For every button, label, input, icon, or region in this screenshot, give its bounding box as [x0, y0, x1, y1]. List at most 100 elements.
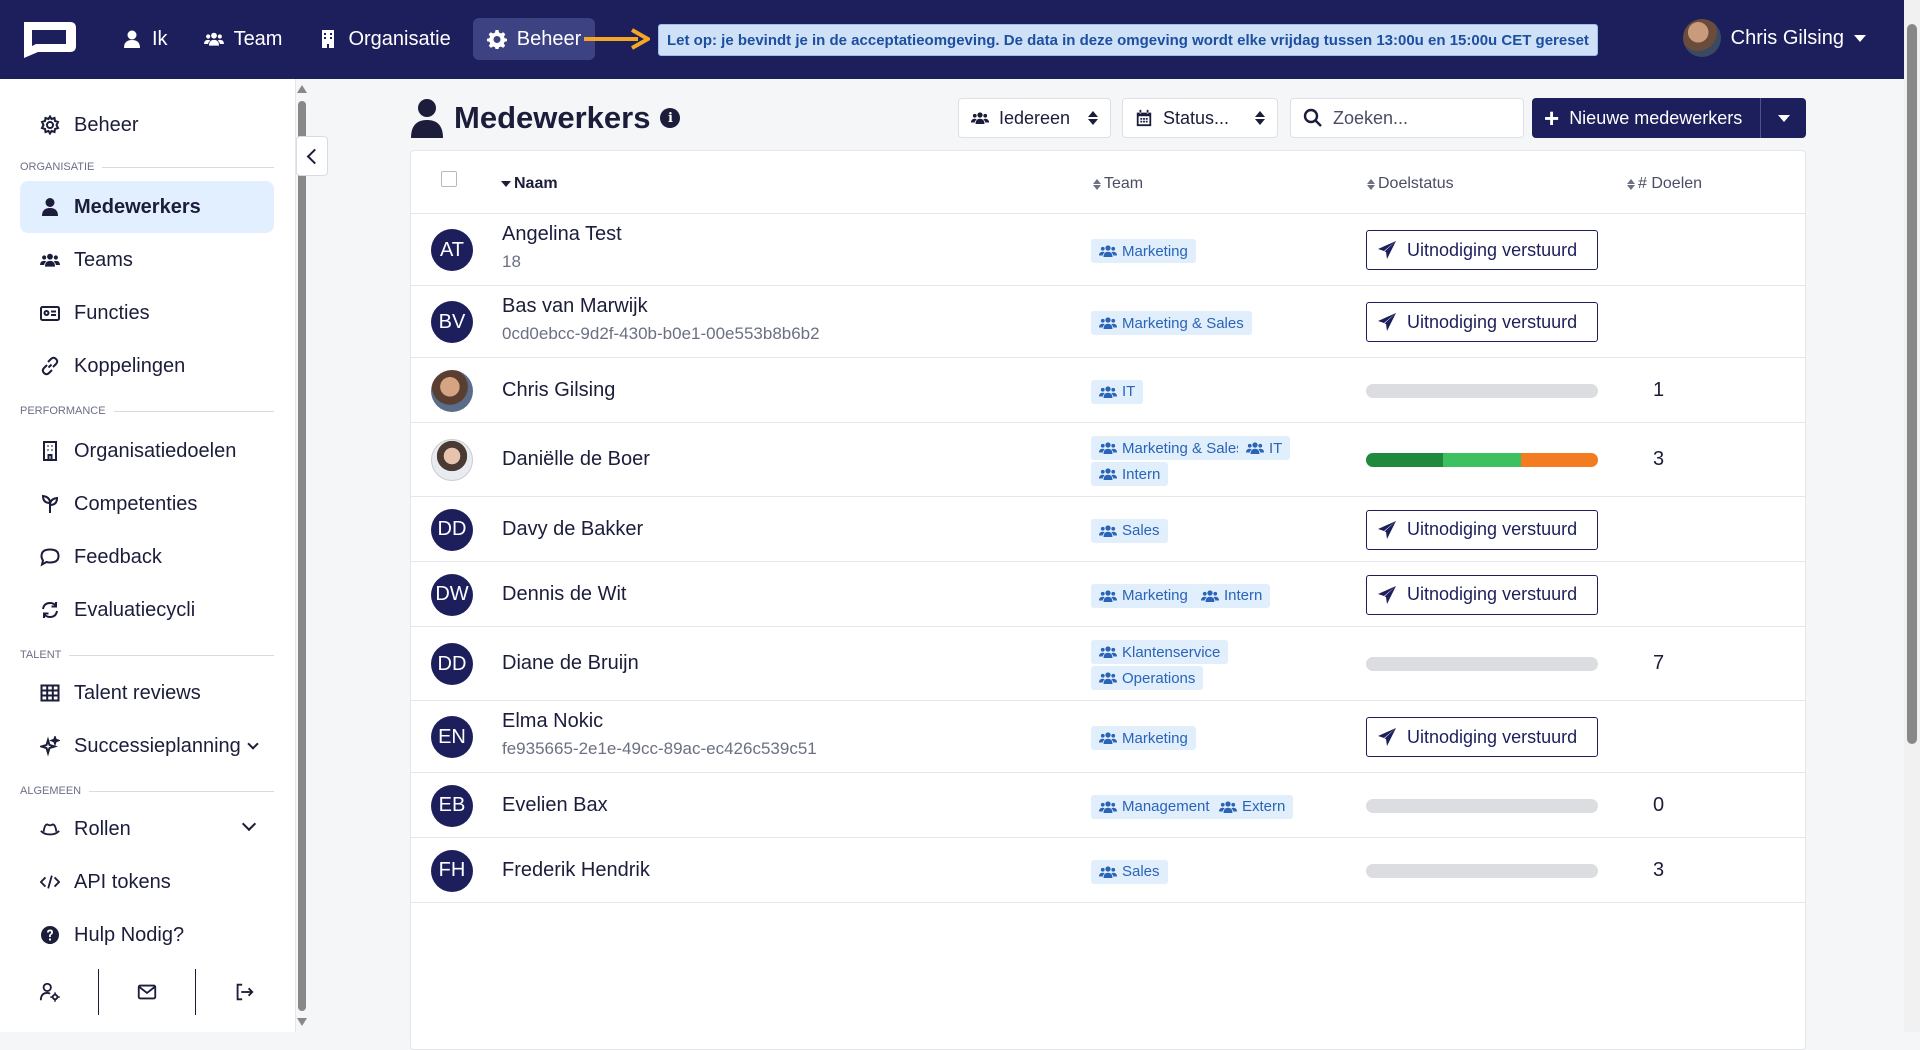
envelope-icon[interactable]: [136, 981, 158, 1003]
team-tag[interactable]: Sales: [1091, 859, 1168, 884]
invitation-sent-button[interactable]: Uitnodiging verstuurd: [1366, 574, 1598, 615]
sidebar-scrollbar[interactable]: [296, 79, 308, 1032]
column-header-doelstatus[interactable]: Doelstatus: [1367, 175, 1454, 193]
team-tag[interactable]: IT: [1091, 379, 1144, 404]
new-employees-dropdown-toggle[interactable]: [1760, 98, 1806, 138]
people-filter-select[interactable]: Iedereen: [958, 98, 1111, 138]
nav-organisatie[interactable]: Organisatie: [304, 18, 464, 60]
invitation-sent-button[interactable]: Uitnodiging verstuurd: [1366, 717, 1598, 757]
users-icon: [1099, 800, 1117, 813]
collapse-sidebar-button[interactable]: [296, 136, 328, 176]
team-tag[interactable]: Marketing: [1091, 583, 1196, 608]
scroll-up-icon[interactable]: [297, 85, 307, 93]
nav-ik[interactable]: Ik: [108, 18, 182, 60]
sidebar-item-api-tokens[interactable]: API tokens: [20, 856, 274, 908]
page-scrollbar[interactable]: [1904, 0, 1920, 1032]
employee-name[interactable]: Elma Nokic: [502, 710, 603, 733]
users-icon: [1099, 646, 1117, 658]
sidebar-item-rollen[interactable]: Rollen: [20, 803, 274, 855]
page-title-text: Medewerkers: [454, 100, 651, 135]
scroll-down-icon[interactable]: [297, 1018, 307, 1026]
page-scrollbar-thumb[interactable]: [1907, 24, 1917, 744]
top-navbar: Ik Team Organisatie Beheer Let op: je be…: [0, 0, 1920, 79]
user-icon: [124, 30, 140, 48]
invitation-label: Uitnodiging verstuurd: [1407, 311, 1578, 332]
table-row[interactable]: AT Angelina Test 18 Marketing Uitnodiging ve…: [411, 214, 1805, 286]
team-tag[interactable]: Klantenservice: [1091, 640, 1229, 664]
table-row[interactable]: DW Dennis de Wit Marketing Intern Uitnodigin…: [411, 562, 1805, 627]
employee-name[interactable]: Evelien Bax: [502, 794, 608, 817]
employee-name[interactable]: Angelina Test: [502, 223, 622, 246]
table-row[interactable]: FH Frederik Hendrik Sales 3: [411, 838, 1805, 903]
employee-name[interactable]: Daniëlle de Boer: [502, 448, 650, 471]
app-logo[interactable]: [18, 18, 78, 60]
logout-icon[interactable]: [233, 981, 255, 1003]
team-tag[interactable]: Marketing: [1091, 239, 1196, 263]
employee-name[interactable]: Frederik Hendrik: [502, 859, 650, 882]
table-row[interactable]: EB Evelien Bax Management Extern 0: [411, 773, 1805, 838]
sidebar-item-hulp[interactable]: Hulp Nodig?: [20, 909, 274, 961]
sidebar-item-organisatiedoelen[interactable]: Organisatiedoelen: [20, 425, 274, 477]
sidebar-scrollbar-thumb[interactable]: [298, 101, 306, 1011]
team-tag[interactable]: IT: [1238, 436, 1291, 460]
team-tag[interactable]: Intern: [1091, 462, 1169, 486]
sidebar-item-feedback[interactable]: Feedback: [20, 531, 274, 583]
nav-team[interactable]: Team: [190, 18, 297, 60]
table-row[interactable]: DD Diane de Bruijn Klantenservice Operation…: [411, 627, 1805, 701]
invitation-sent-button[interactable]: Uitnodiging verstuurd: [1366, 302, 1598, 342]
sidebar-item-competenties[interactable]: Competenties: [20, 478, 274, 530]
employee-name[interactable]: Dennis de Wit: [502, 583, 627, 606]
sidebar-item-successieplanning[interactable]: Successieplanning: [20, 720, 274, 772]
users-icon: [1201, 589, 1219, 602]
users-icon: [1099, 385, 1117, 398]
team-tag[interactable]: Extern: [1211, 794, 1294, 819]
column-header-team[interactable]: Team: [1093, 175, 1143, 193]
team-tag[interactable]: Marketing & Sales: [1091, 311, 1252, 335]
invitation-sent-button[interactable]: Uitnodiging verstuurd: [1366, 509, 1598, 550]
sidebar-item-beheer[interactable]: Beheer: [20, 99, 274, 151]
team-tag[interactable]: Sales: [1091, 518, 1168, 543]
sidebar-item-koppelingen[interactable]: Koppelingen: [20, 340, 274, 392]
table-row[interactable]: DD Davy de Bakker Sales Uitnodiging verstuu…: [411, 497, 1805, 562]
new-employees-label: Nieuwe medewerkers: [1569, 107, 1743, 128]
table-row[interactable]: Daniëlle de Boer Marketing & Sales IT Inter…: [411, 423, 1805, 497]
sidebar-item-talent-reviews[interactable]: Talent reviews: [20, 667, 274, 719]
users-icon: [1099, 732, 1117, 744]
sidebar-item-teams[interactable]: Teams: [20, 234, 274, 286]
column-header-doelen[interactable]: # Doelen: [1627, 175, 1702, 193]
sidebar-item-label: Medewerkers: [74, 195, 201, 218]
nav-beheer[interactable]: Beheer: [472, 18, 596, 60]
invitation-label: Uitnodiging verstuurd: [1407, 584, 1578, 604]
employee-name[interactable]: Diane de Bruijn: [502, 652, 639, 675]
team-tag-label: IT: [1269, 439, 1283, 457]
search-field[interactable]: [1290, 98, 1524, 138]
user-menu[interactable]: Chris Gilsing: [1682, 19, 1866, 57]
select-all-checkbox[interactable]: [441, 171, 457, 187]
employee-name[interactable]: Davy de Bakker: [502, 518, 643, 541]
team-tag[interactable]: Management: [1091, 794, 1218, 819]
employee-name[interactable]: Bas van Marwijk: [502, 295, 648, 318]
team-tag[interactable]: Marketing & Sales: [1091, 436, 1252, 460]
team-tag-label: Marketing: [1122, 242, 1188, 260]
status-filter-select[interactable]: Status...: [1122, 98, 1278, 138]
user-settings-icon[interactable]: [39, 981, 61, 1003]
table-row[interactable]: Chris Gilsing IT 1: [411, 358, 1805, 423]
sort-icon: [1367, 178, 1375, 190]
building-icon: [322, 30, 335, 48]
column-header-naam[interactable]: Naam: [501, 175, 558, 193]
sidebar-item-evaluatiecycli[interactable]: Evaluatiecycli: [20, 584, 274, 636]
info-icon[interactable]: i: [660, 108, 681, 128]
table-row[interactable]: EN Elma Nokic fe935665-2e1e-49cc-89ac-ec42…: [411, 701, 1805, 773]
new-employees-button[interactable]: + Nieuwe medewerkers: [1532, 98, 1760, 138]
team-tag[interactable]: Marketing: [1091, 726, 1196, 750]
sidebar-item-functies[interactable]: Functies: [20, 287, 274, 339]
sidebar-item-medewerkers[interactable]: Medewerkers: [20, 181, 274, 233]
avatar: BV: [431, 301, 473, 343]
avatar: DD: [431, 508, 473, 551]
team-tag[interactable]: Operations: [1091, 666, 1204, 690]
employee-name[interactable]: Chris Gilsing: [502, 379, 615, 402]
team-tag[interactable]: Intern: [1193, 583, 1271, 608]
search-input[interactable]: [1333, 107, 1513, 129]
table-row[interactable]: BV Bas van Marwijk 0cd0ebcc-9d2f-430b-b0e1…: [411, 286, 1805, 358]
invitation-sent-button[interactable]: Uitnodiging verstuurd: [1366, 230, 1598, 270]
